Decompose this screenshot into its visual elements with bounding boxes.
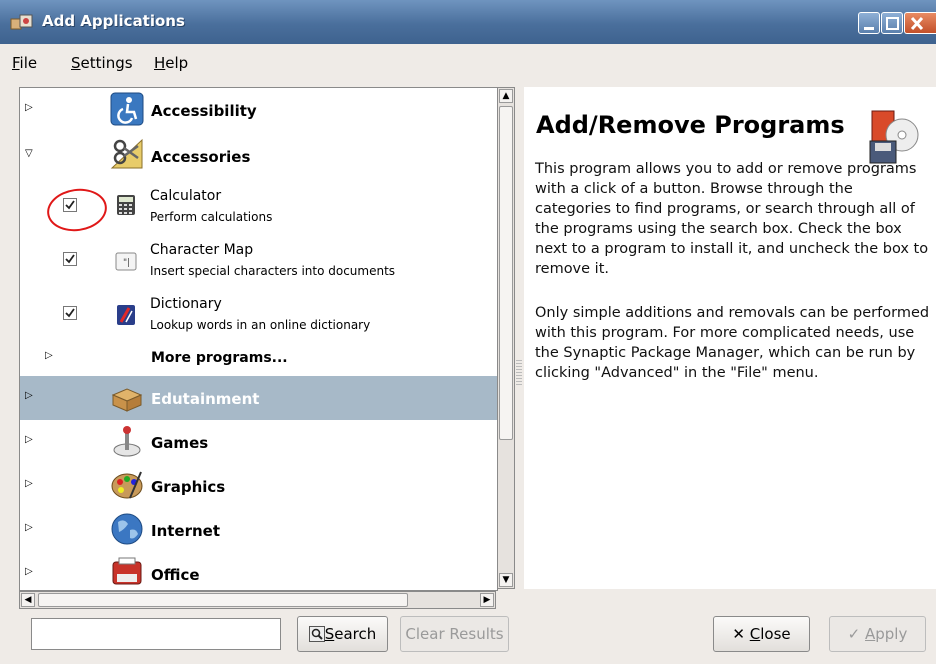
category-label: Graphics (151, 478, 226, 496)
checkbox-checked[interactable] (63, 306, 77, 320)
program-description: Insert special characters into documents (150, 264, 396, 278)
apply-button-label: pply (875, 625, 908, 643)
accessories-icon (110, 138, 143, 169)
expand-arrow-icon[interactable]: ▷ (25, 434, 33, 445)
category-row-games[interactable]: ▷ Games (20, 420, 497, 464)
scroll-thumb[interactable] (38, 593, 408, 607)
scroll-up-icon[interactable]: ▲ (499, 89, 513, 103)
close-icon: ✕ (732, 625, 745, 643)
tree-vertical-scrollbar[interactable]: ▲ ▼ (497, 87, 515, 589)
category-label: Games (151, 434, 209, 452)
close-button-label: lose (760, 625, 791, 643)
apply-button-mnemonic: A (865, 625, 876, 643)
menu-file-mnemonic: F (12, 54, 20, 72)
maximize-button[interactable] (881, 12, 903, 34)
minimize-icon (864, 27, 874, 30)
office-icon (112, 557, 142, 585)
info-paragraph: This program allows you to add or remove… (535, 161, 929, 277)
window-title: Add Applications (42, 12, 185, 30)
close-button[interactable]: ✕ Close (713, 616, 810, 652)
apply-button[interactable]: ✓ Apply (829, 616, 926, 652)
collapse-arrow-icon[interactable]: ▽ (25, 148, 33, 159)
scroll-down-icon[interactable]: ▼ (499, 573, 513, 587)
program-name: Character Map (150, 242, 254, 258)
expand-arrow-icon[interactable]: ▷ (45, 350, 53, 361)
clear-results-button[interactable]: Clear Results (400, 616, 509, 652)
category-row-accessories[interactable]: ▽ Accessories (20, 132, 497, 178)
character-map-icon: "| (115, 252, 137, 271)
expand-arrow-icon[interactable]: ▷ (25, 478, 33, 489)
menu-help-label: elp (165, 54, 189, 72)
category-label: Accessibility (151, 102, 257, 120)
search-button[interactable]: Search (297, 616, 388, 652)
more-programs-row[interactable]: ▷ More programs... (20, 340, 497, 376)
app-icon (10, 14, 33, 30)
info-pane: Add/Remove Programs This program allows … (524, 87, 936, 589)
program-description: Perform calculations (150, 210, 273, 224)
minimize-button[interactable] (858, 12, 880, 34)
search-button-mnemonic: S (324, 625, 335, 643)
maximize-icon (886, 17, 899, 30)
category-tree[interactable]: ▷ Accessibility ▽ Accessories Calculator… (19, 87, 498, 591)
menu-help[interactable]: Help (154, 54, 188, 72)
menu-file-label: ile (19, 54, 38, 72)
title-bar[interactable]: Add Applications (0, 0, 936, 44)
category-row-accessibility[interactable]: ▷ Accessibility (20, 88, 497, 132)
category-label: Accessories (151, 148, 251, 166)
scroll-left-icon[interactable]: ◀ (21, 593, 35, 607)
checkbox-checked[interactable] (63, 252, 77, 266)
svg-text:"|: "| (123, 258, 130, 268)
internet-icon (111, 513, 143, 545)
games-icon (113, 426, 141, 457)
scroll-thumb[interactable] (499, 106, 513, 440)
program-row-character-map[interactable]: "| Character Map Insert special characte… (20, 232, 497, 286)
menu-settings-label: ettings (80, 54, 133, 72)
expand-arrow-icon[interactable]: ▷ (25, 566, 33, 577)
program-name: Dictionary (150, 296, 222, 312)
program-name: Calculator (150, 188, 222, 204)
calculator-icon (117, 195, 135, 215)
window-close-button[interactable] (904, 12, 936, 34)
pane-splitter[interactable] (516, 360, 522, 386)
info-title: Add/Remove Programs (536, 111, 845, 139)
menu-settings[interactable]: Settings (71, 54, 133, 72)
category-row-office[interactable]: ▷ Office (20, 552, 497, 590)
category-label: Internet (151, 522, 221, 540)
category-row-edutainment[interactable]: ▷ Edutainment (20, 376, 497, 420)
more-programs-label: More programs... (151, 350, 288, 366)
software-package-icon (869, 110, 919, 164)
checkmark-icon: ✓ (847, 625, 861, 643)
category-row-internet[interactable]: ▷ Internet (20, 508, 497, 552)
menu-file[interactable]: File (12, 54, 37, 72)
category-label: Office (151, 566, 200, 584)
dictionary-icon (117, 305, 135, 325)
accessibility-icon (110, 92, 144, 126)
menu-settings-mnemonic: S (71, 54, 81, 72)
menu-bar: File Settings Help (0, 44, 936, 84)
graphics-icon (111, 471, 143, 499)
close-icon (910, 16, 924, 31)
search-icon (308, 626, 325, 642)
tree-horizontal-scrollbar[interactable]: ◀ ▶ (19, 591, 496, 609)
close-button-mnemonic: C (749, 625, 761, 643)
program-description: Lookup words in an online dictionary (150, 318, 371, 332)
menu-help-mnemonic: H (154, 54, 166, 72)
category-label: Edutainment (151, 390, 260, 408)
category-row-graphics[interactable]: ▷ Graphics (20, 464, 497, 508)
info-paragraph: Only simple additions and removals can b… (535, 305, 930, 381)
scroll-right-icon[interactable]: ▶ (480, 593, 494, 607)
search-button-label: earch (334, 625, 377, 643)
expand-arrow-icon[interactable]: ▷ (25, 522, 33, 533)
edutainment-icon (111, 388, 143, 412)
search-input[interactable] (31, 618, 281, 650)
expand-arrow-icon[interactable]: ▷ (25, 390, 33, 401)
expand-arrow-icon[interactable]: ▷ (25, 102, 33, 113)
program-row-dictionary[interactable]: Dictionary Lookup words in an online dic… (20, 286, 497, 340)
